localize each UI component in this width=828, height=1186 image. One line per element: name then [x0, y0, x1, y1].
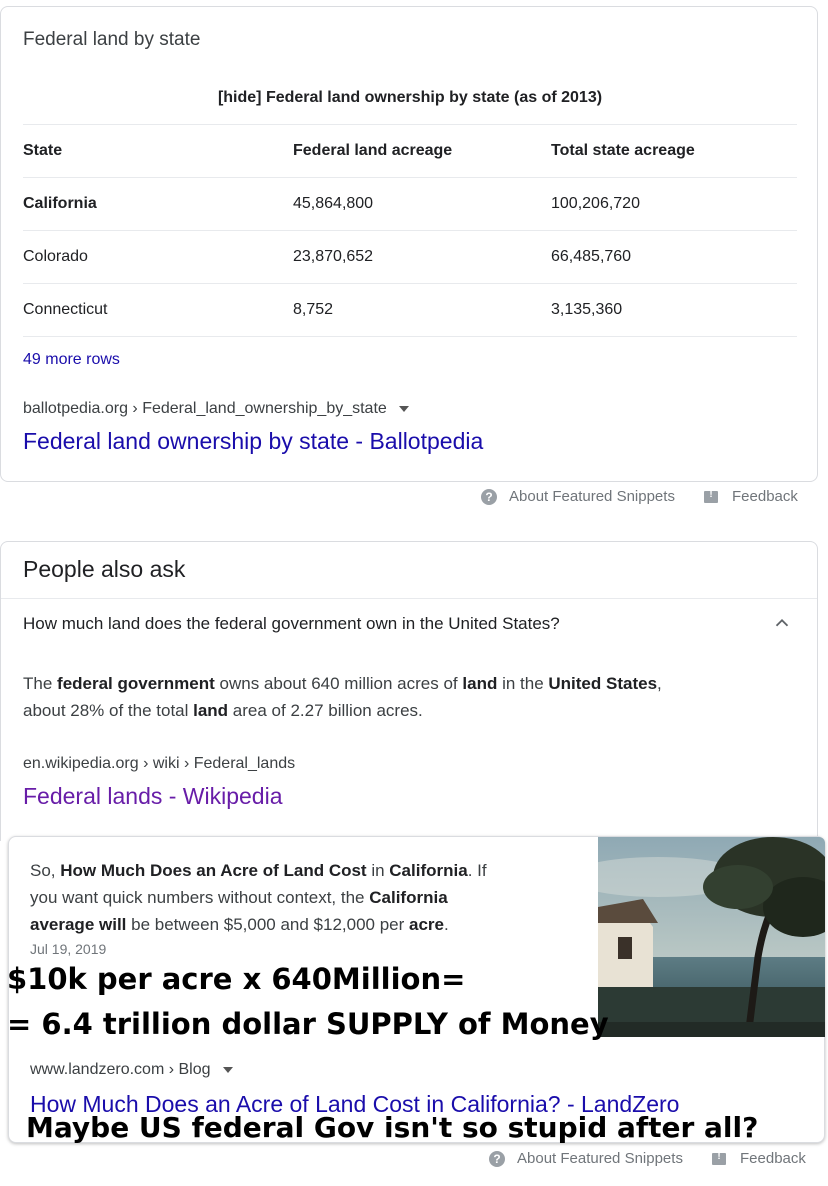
- overlay-line-2: = 6.4 trillion dollar SUPPLY of Money: [7, 1007, 609, 1041]
- cell-federal-acreage: 8,752: [293, 301, 334, 318]
- table-row: Connecticut 8,752 3,135,360: [23, 283, 797, 337]
- feedback-button[interactable]: Feedback: [704, 488, 798, 505]
- paa-question[interactable]: How much land does the federal governmen…: [23, 614, 560, 634]
- source-breadcrumb: ballotpedia.org › Federal_land_ownership…: [23, 400, 409, 418]
- dropdown-arrow-icon[interactable]: [222, 1066, 233, 1073]
- cell-federal-acreage: 45,864,800: [293, 195, 374, 212]
- snippet-span: So,: [30, 861, 61, 880]
- column-header-state: State: [23, 142, 63, 159]
- result-link-ballotpedia[interactable]: Federal land ownership by state - Ballot…: [23, 428, 483, 455]
- about-snippets-label: About Featured Snippets: [517, 1150, 683, 1167]
- answer-text: The: [23, 674, 58, 693]
- cell-federal-acreage: 23,870,652: [293, 248, 374, 265]
- snippet-bold: California: [369, 888, 448, 907]
- snippet-bold: acre: [409, 915, 444, 934]
- more-rows-link[interactable]: 49 more rows: [23, 351, 120, 369]
- breadcrumb-text: www.landzero.com › Blog: [30, 1061, 211, 1078]
- source-breadcrumb: en.wikipedia.org › wiki › Federal_lands: [23, 755, 296, 772]
- cell-state: Connecticut: [23, 301, 108, 318]
- dropdown-arrow-icon[interactable]: [398, 405, 409, 412]
- answer-text: area of 2.27 billion acres.: [228, 701, 423, 720]
- about-featured-snippets[interactable]: ? About Featured Snippets: [481, 488, 675, 506]
- snippet-span: .: [444, 915, 449, 934]
- snippet-bold: average will: [30, 915, 127, 934]
- answer-text: owns about 640 million acres of: [214, 674, 463, 693]
- answer-bold: United States: [548, 674, 658, 693]
- cell-total-acreage: 66,485,760: [551, 248, 632, 265]
- about-snippets-label: About Featured Snippets: [509, 488, 675, 505]
- snippet-text: So, How Much Does an Acre of Land Cost i…: [30, 857, 580, 938]
- result-link-wikipedia[interactable]: Federal lands - Wikipedia: [23, 783, 283, 810]
- answer-bold: federal government: [57, 674, 215, 693]
- feedback-button[interactable]: Feedback: [712, 1150, 806, 1167]
- column-header-total-acreage: Total state acreage: [551, 142, 695, 159]
- feedback-label: Feedback: [740, 1150, 806, 1167]
- answer-text: about 28% of the total: [23, 701, 194, 720]
- answer-bold: land: [462, 674, 498, 693]
- people-also-ask-card: People also ask How much land does the f…: [0, 541, 818, 841]
- paa-title: People also ask: [23, 556, 186, 582]
- cell-total-acreage: 3,135,360: [551, 301, 623, 318]
- answer-text: ,: [657, 674, 662, 693]
- about-featured-snippets[interactable]: ? About Featured Snippets: [489, 1150, 683, 1168]
- answer-text: in the: [497, 674, 549, 693]
- feedback-icon: [712, 1151, 726, 1166]
- source-breadcrumb: www.landzero.com › Blog: [30, 1061, 233, 1079]
- snippet-title: Federal land by state: [23, 29, 201, 50]
- snippet-span: in: [366, 861, 390, 880]
- answer-bold: land: [193, 701, 229, 720]
- table-row: California 45,864,800 100,206,720: [23, 177, 797, 230]
- snippet-span: you want quick numbers without context, …: [30, 888, 370, 907]
- feedback-label: Feedback: [732, 488, 798, 505]
- cell-total-acreage: 100,206,720: [551, 195, 640, 212]
- chevron-up-icon[interactable]: [771, 612, 793, 634]
- paa-answer: The federal government owns about 640 mi…: [23, 670, 793, 724]
- table-row: Colorado 23,870,652 66,485,760: [23, 230, 797, 283]
- cell-state: Colorado: [23, 248, 88, 265]
- overlay-line-1: $10k per acre x 640Million=: [7, 962, 466, 996]
- breadcrumb-text: ballotpedia.org › Federal_land_ownership…: [23, 400, 387, 417]
- help-icon: ?: [489, 1151, 505, 1168]
- cell-state: California: [23, 195, 97, 212]
- help-icon: ?: [481, 489, 497, 506]
- feedback-icon: [704, 489, 718, 504]
- snippet-span: be between $5,000 and $12,000 per: [126, 915, 410, 934]
- beach-house-tree-photo[interactable]: [598, 837, 825, 1037]
- snippet-span: . If: [467, 861, 487, 880]
- column-header-federal-acreage: Federal land acreage: [293, 142, 453, 159]
- snippet-bold: California: [389, 861, 468, 880]
- snippet-bold: How Much Does an Acre of Land Cost: [60, 861, 367, 880]
- table-header-row: State Federal land acreage Total state a…: [23, 124, 797, 177]
- divider: [1, 598, 817, 599]
- table-caption[interactable]: [hide] Federal land ownership by state (…: [1, 89, 819, 107]
- snippet-date: Jul 19, 2019: [30, 941, 107, 957]
- featured-snippet-card: Federal land by state [hide] Federal lan…: [0, 6, 818, 482]
- overlay-line-3: Maybe US federal Gov isn't so stupid aft…: [26, 1111, 759, 1144]
